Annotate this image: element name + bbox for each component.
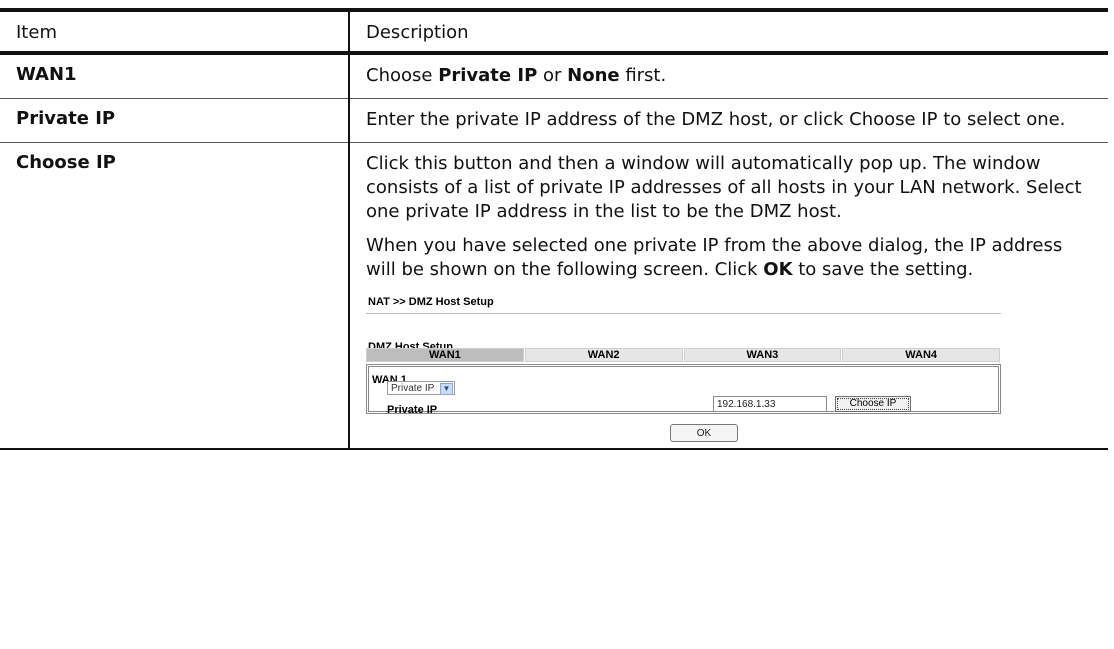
row-description: Click this button and then a window will… [349,142,1108,450]
row-item: Choose IP [0,142,350,450]
description-paragraph: When you have selected one private IP fr… [366,235,1063,280]
private-ip-label: Private IP [387,404,438,416]
description-paragraph: Click this button and then a window will… [366,153,1082,222]
tab-wan1[interactable]: WAN1 [366,348,524,362]
private-ip-input[interactable]: 192.168.1.33 [713,396,827,412]
row-item: WAN1 [0,52,350,99]
row-item: Private IP [0,98,350,143]
table-row: Private IP Enter the private IP address … [0,98,1108,143]
select-value: Private IP [391,383,435,394]
ok-button[interactable]: OK [670,424,738,442]
wan1-panel: WAN 1 Private IP ▼ Private IP 192.168.1.… [366,364,1001,416]
header-description: Description [349,8,1108,55]
choose-ip-button[interactable]: Choose IP [835,396,911,412]
row-description: Choose Private IP or None first. [349,52,1108,99]
header-item: Item [0,8,350,55]
ip-mode-select[interactable]: Private IP ▼ [387,381,455,395]
table-header-row: Item Description [0,8,1108,55]
divider [366,313,1001,314]
table-row: WAN1 Choose Private IP or None first. [0,52,1108,99]
breadcrumb: NAT >> DMZ Host Setup [368,296,494,308]
tab-wan2[interactable]: WAN2 [524,348,683,362]
dmz-host-setup-screenshot: NAT >> DMZ Host Setup DMZ Host Setup WAN… [366,290,1006,418]
row-description: Enter the private IP address of the DMZ … [349,98,1108,143]
tab-wan3[interactable]: WAN3 [683,348,842,362]
tab-wan4[interactable]: WAN4 [842,348,1000,362]
chevron-down-icon: ▼ [440,383,453,395]
wan-tabs: WAN1 WAN2 WAN3 WAN4 [366,348,1001,362]
table-row: Choose IP Click this button and then a w… [0,142,1108,450]
description-table: Item Description WAN1 Choose Private IP … [0,8,1108,450]
